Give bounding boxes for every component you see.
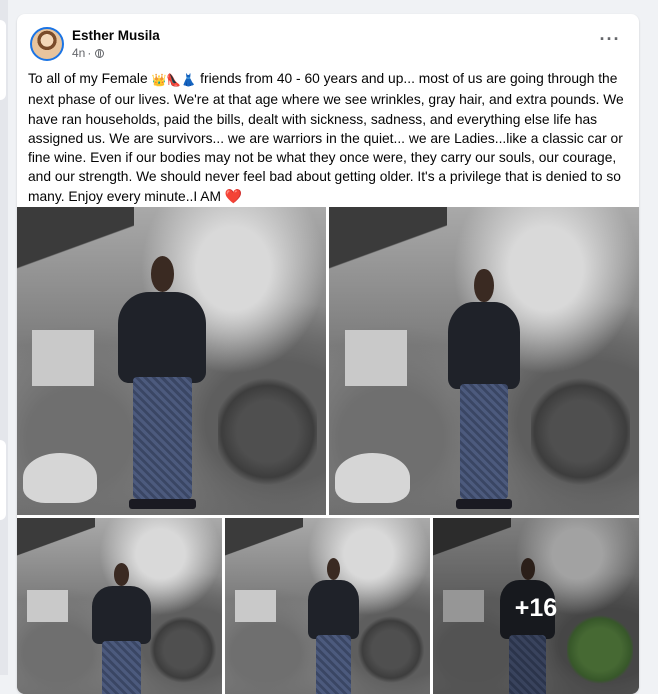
sidebar-panel-edge: [0, 440, 6, 520]
more-options-button[interactable]: ···: [595, 28, 625, 54]
post-photo-3[interactable]: [17, 518, 222, 694]
more-photos-count: +16: [514, 593, 558, 622]
post-photo-1[interactable]: [17, 207, 326, 515]
post-meta: 4n ·: [72, 46, 105, 60]
high-heel-emoji-icon: 👠: [166, 73, 182, 87]
post-card: Esther Musila 4n · ··· To all of my Fema…: [17, 14, 639, 694]
dress-emoji-icon: 👗: [181, 73, 197, 87]
post-text: To all of my Female 👑👠👗 friends from 40 …: [28, 69, 630, 206]
post-text-body: friends from 40 - 60 years and up... mos…: [28, 71, 624, 204]
person-figure: [87, 563, 157, 694]
ellipsis-icon: ···: [599, 29, 621, 49]
author-name[interactable]: Esther Musila: [72, 28, 160, 43]
person-figure: [110, 256, 215, 509]
more-photos-overlay[interactable]: +16: [433, 518, 639, 694]
left-sidebar-edge: [0, 0, 8, 675]
globe-icon[interactable]: [95, 48, 105, 58]
heart-emoji-icon: ❤️: [224, 187, 243, 204]
post-photo-4[interactable]: [225, 518, 430, 694]
post-photo-5[interactable]: +16: [433, 518, 639, 694]
post-time[interactable]: 4n: [72, 46, 85, 60]
person-figure: [303, 557, 365, 694]
crown-emoji-icon: 👑: [151, 73, 167, 87]
sidebar-panel-edge: [0, 20, 6, 100]
avatar[interactable]: [30, 27, 64, 61]
post-photo-2[interactable]: [329, 207, 639, 515]
post-text-intro: To all of my Female: [28, 71, 148, 86]
person-figure: [441, 268, 528, 509]
